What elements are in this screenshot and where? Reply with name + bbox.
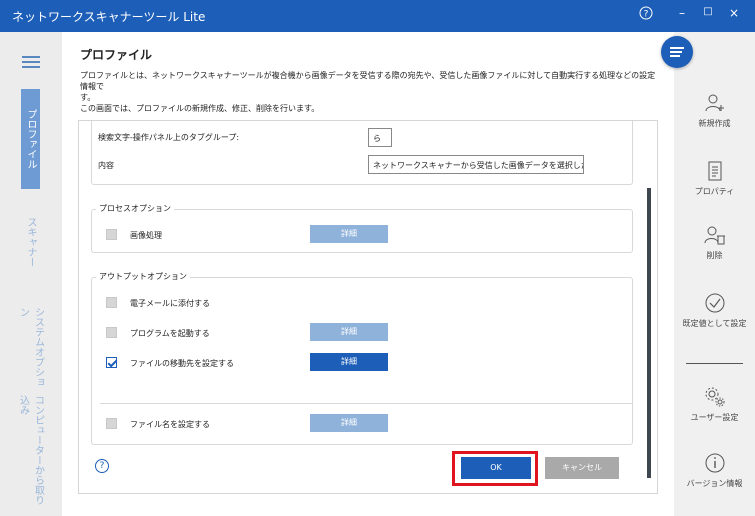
right-action-bar: 新規作成 プロパティ 削除 既定値として設定 ユーザー設定 バージョン情報 <box>674 32 755 516</box>
info-icon <box>705 453 724 473</box>
delete-label: 削除 <box>706 251 723 260</box>
title-bar: ネットワークスキャナーツール Lite ? – □ × <box>0 0 755 32</box>
nav-tab-system-options[interactable]: システムオプション <box>18 307 44 387</box>
set-default-action[interactable]: 既定値として設定 <box>674 292 755 329</box>
new-profile-label: 新規作成 <box>698 119 731 128</box>
right-bar-divider <box>686 363 743 364</box>
delete-user-icon <box>704 226 725 245</box>
version-info-label: バージョン情報 <box>686 479 743 488</box>
close-button[interactable]: × <box>724 6 744 20</box>
svg-text:?: ? <box>644 10 649 20</box>
file-name-detail-button[interactable]: 詳細 <box>310 414 388 432</box>
email-attach-checkbox[interactable] <box>106 297 117 308</box>
search-text-field[interactable]: ら <box>368 128 392 147</box>
nav-tab-profile[interactable]: プロファイル <box>21 89 40 189</box>
set-default-label: 既定値として設定 <box>682 319 747 328</box>
search-text-label: 検索文字-操作パネル上のタブグループ: <box>98 133 240 142</box>
launch-program-checkbox[interactable] <box>106 327 117 338</box>
properties-label: プロパティ <box>694 187 735 196</box>
file-destination-detail-button[interactable]: 詳細 <box>310 353 388 371</box>
output-options-legend: アウトプットオプション <box>96 271 190 282</box>
gear-icon <box>705 387 724 407</box>
general-group: 検索文字-操作パネル上のタブグループ: ら 内容 ネットワークスキャナーから受信… <box>91 121 633 185</box>
image-processing-label: 画像処理 <box>130 231 162 240</box>
email-attach-label: 電子メールに添付する <box>130 299 210 308</box>
output-options-divider <box>100 403 632 404</box>
file-name-checkbox[interactable] <box>106 418 117 429</box>
process-options-legend: プロセスオプション <box>96 203 174 214</box>
output-options-group: アウトプットオプション 電子メールに添付する プログラムを起動する 詳細 ファイ… <box>91 271 633 445</box>
menu-icon <box>670 47 684 49</box>
file-name-label: ファイル名を設定する <box>130 420 210 429</box>
maximize-button[interactable]: □ <box>698 6 718 17</box>
user-settings-label: ユーザー設定 <box>690 413 739 422</box>
add-user-icon <box>705 94 724 112</box>
user-settings-action[interactable]: ユーザー設定 <box>674 386 755 423</box>
properties-action[interactable]: プロパティ <box>674 160 755 197</box>
help-icon[interactable]: ? <box>636 6 656 23</box>
content-field[interactable]: ネットワークスキャナーから受信した画像データを選択したフォル <box>368 155 584 174</box>
left-navigation: プロファイル スキャナー システムオプション コンピューターから取り込み <box>0 32 62 516</box>
launch-program-detail-button[interactable]: 詳細 <box>310 323 388 341</box>
content-label: 内容 <box>98 161 114 170</box>
delete-action[interactable]: 削除 <box>674 224 755 261</box>
image-processing-checkbox[interactable] <box>106 229 117 240</box>
minimize-button[interactable]: – <box>672 6 692 20</box>
main-content: プロファイル プロファイルとは、ネットワークスキャナーツールが複合機から画像デー… <box>62 32 674 516</box>
new-profile-action[interactable]: 新規作成 <box>674 92 755 129</box>
launch-program-label: プログラムを起動する <box>130 329 210 338</box>
page-description: プロファイルとは、ネットワークスキャナーツールが複合機から画像データを受信する際… <box>80 71 656 113</box>
panel-scrollbar[interactable] <box>647 188 651 478</box>
image-processing-detail-button[interactable]: 詳細 <box>310 225 388 243</box>
nav-tab-scanner[interactable]: スキャナー <box>21 217 40 267</box>
window-title: ネットワークスキャナーツール Lite <box>12 10 206 24</box>
hamburger-menu-icon[interactable] <box>22 56 40 68</box>
check-circle-icon <box>705 293 724 313</box>
ok-button[interactable]: OK <box>461 457 531 479</box>
profile-properties-panel: 検索文字-操作パネル上のタブグループ: ら 内容 ネットワークスキャナーから受信… <box>78 120 658 494</box>
page-title: プロファイル <box>80 48 153 62</box>
process-options-group: プロセスオプション 画像処理 詳細 <box>91 203 633 253</box>
file-destination-checkbox[interactable] <box>106 357 117 368</box>
floating-menu-button[interactable] <box>661 36 693 68</box>
properties-icon <box>708 161 721 181</box>
help-icon[interactable]: ? <box>95 459 109 473</box>
version-info-action[interactable]: バージョン情報 <box>674 452 755 489</box>
nav-tab-import-from-computer[interactable]: コンピューターから取り込み <box>18 395 44 513</box>
cancel-button[interactable]: キャンセル <box>545 457 619 479</box>
file-destination-label: ファイルの移動先を設定する <box>130 359 234 368</box>
